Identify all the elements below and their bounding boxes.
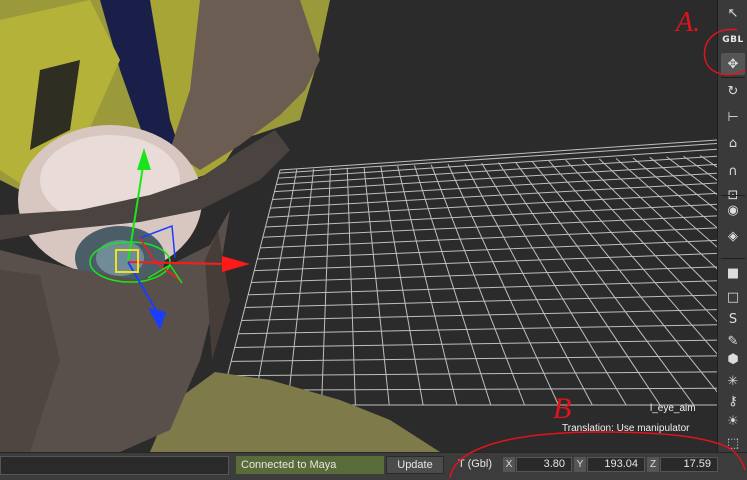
rotate-icon[interactable]: ↻ xyxy=(721,80,745,102)
y-axis-label: Y xyxy=(574,457,586,472)
auto-key-icon[interactable]: ⌂ xyxy=(721,132,745,154)
select-arrow-icon[interactable]: ↖ xyxy=(721,2,745,24)
scene-render xyxy=(0,0,717,452)
z-axis-label: Z xyxy=(647,457,659,472)
z-value-field[interactable]: 17.59 xyxy=(660,457,718,472)
scale-icon[interactable]: ⊢ xyxy=(721,106,745,128)
status-bar: Connected to Maya Update T (Gbl) X 3.80 … xyxy=(0,452,747,480)
magnet-icon[interactable]: ∩ xyxy=(721,160,745,182)
key-icon[interactable]: ⚷ xyxy=(721,390,745,412)
x-axis-label: X xyxy=(503,457,515,472)
cube-outline-icon[interactable]: □ xyxy=(721,286,745,308)
x-value-field[interactable]: 3.80 xyxy=(516,457,572,472)
connection-status: Connected to Maya xyxy=(236,456,384,474)
sun-light-icon[interactable]: ☀ xyxy=(721,410,745,432)
toolbar-separator xyxy=(721,195,745,196)
hexagon-icon[interactable]: ⬢ xyxy=(721,348,745,370)
object-name-label: l_eye_aim xyxy=(650,403,696,414)
cube-icon[interactable]: ■ xyxy=(721,262,745,284)
globe-select-icon[interactable]: ◉ xyxy=(721,199,745,221)
marquee-icon[interactable]: ⬚ xyxy=(721,432,745,454)
global-space-toggle[interactable]: GBL xyxy=(721,29,745,51)
toolbar-separator xyxy=(721,258,745,259)
toolbar-separator xyxy=(721,77,745,78)
globe-paint-icon[interactable]: ◈ xyxy=(721,225,745,247)
transform-mode-label: T (Gbl) xyxy=(458,458,493,470)
y-value-field[interactable]: 193.04 xyxy=(587,457,645,472)
joint-icon[interactable]: ✳ xyxy=(721,370,745,392)
translate-icon[interactable]: ✥ xyxy=(721,53,745,75)
tool-status-label: Translation: Use manipulator xyxy=(562,423,690,434)
command-field[interactable] xyxy=(0,456,229,475)
curve-icon[interactable]: S xyxy=(721,308,745,330)
update-button[interactable]: Update xyxy=(386,456,444,474)
right-toolbar: ↖ GBL ✥ ↻ ⊢ ⌂ ∩ ⊡ ◉ ◈ ■ □ S ✎ ⬢ ✳ ⚷ ☀ ⬚ xyxy=(717,0,747,452)
3d-viewport[interactable]: l_eye_aim Translation: Use manipulator xyxy=(0,0,717,452)
